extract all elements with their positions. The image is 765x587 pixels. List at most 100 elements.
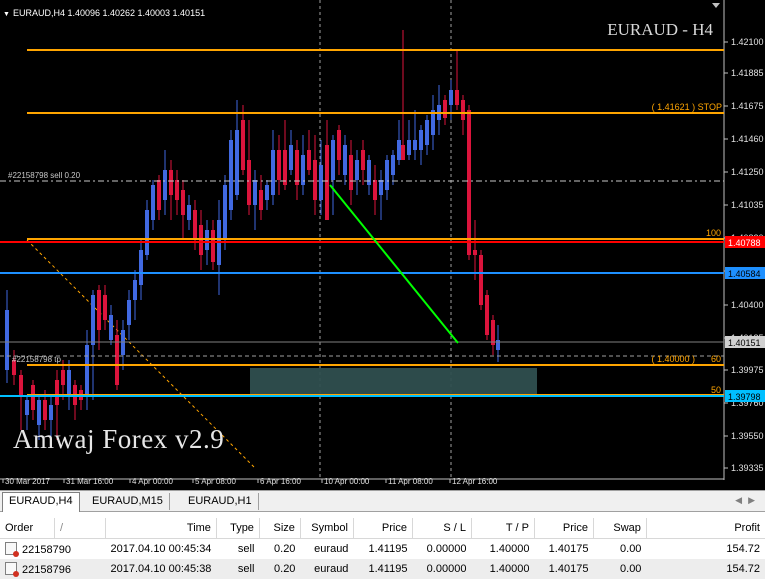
price-cell: 1.41195	[353, 538, 413, 559]
profit-cell: 154.72	[646, 559, 765, 579]
table-row[interactable]: 22158790 2017.04.10 00:45:34 sell 0.20 e…	[0, 538, 765, 559]
level-60-label: 60	[711, 354, 721, 364]
time-cell: 2017.04.10 00:45:38	[105, 559, 217, 579]
time-cell: 2017.04.10 00:45:34	[105, 538, 217, 559]
candle-body	[401, 145, 405, 160]
time-tick-label: 30 Mar 2017	[5, 477, 50, 486]
price-tick-label: 1.41460	[731, 134, 764, 144]
chart-shift-icon[interactable]	[712, 3, 720, 8]
price-tick-label: 1.39335	[731, 463, 764, 473]
sl-cell: 0.00000	[412, 538, 472, 559]
candle-body	[467, 110, 471, 255]
trade-table: Order / Time Type Size Symbol Price S / …	[0, 518, 765, 579]
price-cell: 1.41195	[353, 559, 413, 579]
col-swap[interactable]: Swap	[593, 518, 647, 539]
candle-body	[247, 160, 251, 205]
candle-body	[25, 400, 29, 415]
candle-body	[43, 400, 47, 420]
col-price[interactable]: Price	[353, 518, 413, 539]
trend-line[interactable]	[329, 184, 459, 344]
col-profit[interactable]: Profit	[646, 518, 765, 539]
candle-body	[169, 170, 173, 195]
tp-cell: 1.40000	[471, 559, 535, 579]
candle-body	[181, 190, 185, 215]
current-price-cell: 1.40175	[534, 538, 594, 559]
candle-body	[289, 145, 293, 170]
tab-scroll-arrows-icon[interactable]: ◀▶	[735, 495, 761, 506]
candle-body	[31, 385, 35, 410]
candle-body	[103, 295, 107, 320]
col-time[interactable]: Time	[105, 518, 217, 539]
candle-body	[479, 255, 483, 305]
candle-body	[187, 205, 191, 220]
candle-body	[473, 250, 477, 255]
swap-cell: 0.00	[593, 538, 647, 559]
tab-euraud-m15[interactable]: EURAUD,M15	[86, 493, 170, 510]
col-size[interactable]: Size	[259, 518, 301, 539]
candle-body	[67, 370, 71, 395]
candle-body	[443, 100, 447, 118]
order-cell: 22158790	[0, 538, 106, 559]
candle-body	[61, 370, 65, 385]
col-sl[interactable]: S / L	[412, 518, 472, 539]
table-header: Order / Time Type Size Symbol Price S / …	[0, 518, 765, 539]
dropdown-triangle-icon[interactable]: ▼	[3, 11, 10, 18]
candle-body	[325, 145, 329, 220]
price-chart[interactable]: #22158798 sell 0.20 #22158798 tp ( 1.41621…	[0, 0, 765, 490]
candle-body	[413, 140, 417, 150]
price-tick-label: 1.39975	[731, 365, 764, 375]
sort-icon[interactable]: /	[54, 518, 106, 539]
candle-body	[397, 140, 401, 160]
current-price-tag: 1.40151	[728, 338, 761, 348]
candle-body	[355, 160, 359, 180]
tab-euraud-h4[interactable]: EURAUD,H4	[2, 492, 80, 512]
candle-body	[127, 300, 131, 325]
col-current-price[interactable]: Price	[534, 518, 594, 539]
candle-body	[139, 250, 143, 285]
symbol-watermark: EURAUD - H4	[607, 20, 713, 39]
time-tick-label: 11 Apr 08:00	[388, 477, 433, 486]
col-symbol[interactable]: Symbol	[300, 518, 354, 539]
candle-body	[343, 145, 347, 175]
candle-body	[223, 185, 227, 240]
candle-body	[229, 140, 233, 210]
terminal-panel: Order / Time Type Size Symbol Price S / …	[0, 512, 765, 587]
chart-tabs: EURAUD,H4 EURAUD,M15 EURAUD,H1 ◀▶	[0, 490, 765, 512]
target-zone-rect[interactable]	[250, 368, 537, 395]
candle-body	[295, 150, 299, 185]
type-cell: sell	[216, 559, 260, 579]
size-cell: 0.20	[259, 538, 301, 559]
table-row[interactable]: 22158796 2017.04.10 00:45:38 sell 0.20 e…	[0, 559, 765, 579]
col-type[interactable]: Type	[216, 518, 260, 539]
candle-body	[449, 90, 453, 105]
symbol-cell: euraud	[300, 559, 354, 579]
chart-canvas[interactable]: #22158798 sell 0.20 #22158798 tp ( 1.41621…	[0, 0, 765, 490]
col-tp[interactable]: T / P	[471, 518, 535, 539]
candle-body	[407, 140, 411, 155]
order-label: #22158798 sell 0.20	[8, 171, 81, 180]
candle-body	[419, 130, 423, 150]
current-price-cell: 1.40175	[534, 559, 594, 579]
candle-body	[151, 185, 155, 220]
candle-body	[391, 155, 395, 175]
tp-cell: 1.40000	[471, 538, 535, 559]
candle-body	[91, 295, 95, 345]
price-tick-label: 1.40400	[731, 300, 764, 310]
candle-body	[349, 155, 353, 190]
time-tick-label: 31 Mar 16:00	[66, 477, 114, 486]
candle-body	[319, 165, 323, 200]
red-price-tag: 1.40788	[728, 238, 761, 248]
candle-body	[337, 130, 341, 160]
level-50-label: 50	[711, 385, 721, 395]
candle-body	[145, 210, 149, 255]
blue-price-tag: 1.40584	[728, 269, 761, 279]
tab-euraud-h1[interactable]: EURAUD,H1	[182, 493, 259, 510]
price-tick-label: 1.41035	[731, 200, 764, 210]
time-tick-label: 6 Apr 16:00	[260, 477, 301, 486]
col-order[interactable]: Order	[0, 518, 55, 539]
candle-body	[5, 310, 9, 370]
time-tick-label: 12 Apr 16:00	[452, 477, 498, 486]
chart-header: ▼ EURAUD,H4 1.40096 1.40262 1.40003 1.401…	[3, 8, 205, 18]
sell-order-icon	[5, 562, 19, 577]
time-tick-label: 10 Apr 00:00	[324, 477, 370, 486]
